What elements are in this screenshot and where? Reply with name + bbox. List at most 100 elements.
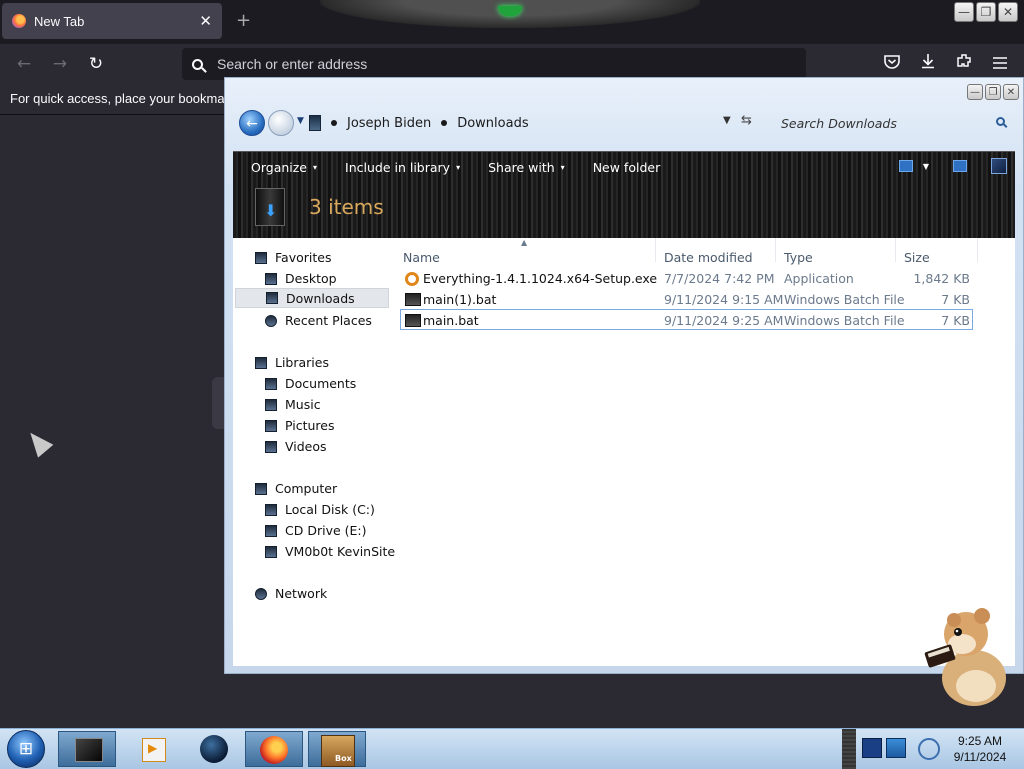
clock-date: 9/11/2024 [953, 750, 1007, 764]
taskbar-globe-button[interactable] [184, 731, 242, 767]
nav-label: Music [285, 397, 321, 412]
music-icon [265, 398, 277, 411]
nav-downloads[interactable]: Downloads [235, 288, 389, 308]
explorer-restore-button[interactable]: ❐ [985, 84, 1001, 100]
forward-button[interactable]: → [48, 52, 72, 76]
clock[interactable]: 9:25 AM 9/11/2024 [940, 733, 1020, 765]
column-header-name[interactable]: Name [403, 250, 440, 265]
tab-close-button[interactable]: ✕ [199, 12, 212, 30]
column-divider [977, 238, 978, 262]
recent-places-icon [265, 314, 277, 327]
nav-desktop[interactable]: Desktop [265, 271, 337, 286]
breadcrumb-downloads[interactable]: Downloads [457, 116, 528, 131]
tray-app-icon[interactable] [862, 738, 882, 758]
new-folder-button[interactable]: New folder [593, 160, 661, 175]
nav-cd-drive[interactable]: CD Drive (E:) [265, 523, 367, 538]
nav-label: VM0b0t KevinSite [285, 544, 396, 559]
nav-recent-places[interactable]: Recent Places [265, 313, 372, 328]
extensions-icon[interactable] [952, 52, 976, 76]
explorer-close-button[interactable]: ✕ [1003, 84, 1019, 100]
firefox-icon [12, 14, 26, 28]
file-type: Application [784, 271, 854, 286]
back-arrow-icon[interactable]: ← [239, 110, 265, 136]
column-header-type[interactable]: Type [784, 250, 813, 265]
minimize-button[interactable]: — [954, 2, 974, 22]
nav-network[interactable]: Network [255, 586, 327, 601]
taskbar-box-button[interactable]: Box [308, 731, 366, 767]
breadcrumb-user[interactable]: Joseph Biden [347, 116, 431, 131]
url-bar[interactable]: Search or enter address [182, 48, 806, 80]
nav-documents[interactable]: Documents [265, 376, 356, 391]
restore-button[interactable]: ❐ [976, 2, 996, 22]
libraries-icon [255, 356, 267, 369]
videos-icon [265, 440, 277, 453]
nav-label: Recent Places [285, 313, 372, 328]
share-with-button[interactable]: Share with ▾ [488, 160, 565, 175]
new-tab-button[interactable]: + [236, 10, 251, 31]
nav-libraries[interactable]: Libraries [255, 355, 329, 370]
organize-button[interactable]: Organize ▾ [251, 160, 317, 175]
network-icon [255, 587, 267, 600]
nav-pictures[interactable]: Pictures [265, 418, 335, 433]
nav-label: Videos [285, 439, 327, 454]
taskbar-firefox-button[interactable] [245, 731, 303, 767]
preview-pane-icon[interactable] [953, 160, 967, 172]
address-dropdown-icon[interactable]: ▼ [723, 115, 731, 126]
system-tray: 9:25 AM 9/11/2024 [842, 729, 1024, 769]
start-button[interactable]: ⊞ [7, 730, 45, 768]
column-header-size[interactable]: Size [904, 250, 930, 265]
column-header-date[interactable]: Date modified [664, 250, 753, 265]
chevron-down-icon: ▾ [560, 162, 565, 172]
taskbar-explorer-button[interactable] [58, 731, 116, 767]
nav-computer[interactable]: Computer [255, 481, 337, 496]
nav-favorites[interactable]: Favorites [255, 250, 331, 265]
item-count: 3 items [309, 195, 384, 219]
nav-network-share[interactable]: VM0b0t KevinSite [265, 544, 395, 559]
back-button[interactable]: ← [12, 52, 36, 76]
theme-decoration [320, 0, 700, 28]
volume-icon[interactable] [918, 738, 940, 760]
file-size: 7 KB [941, 313, 970, 328]
search-downloads-input[interactable]: Search Downloads [773, 110, 1011, 136]
forward-arrow-icon[interactable] [268, 110, 294, 136]
taskbar: ⊞ Box 9:25 AM 9/11/2024 [0, 728, 1024, 769]
file-date: 9/11/2024 9:25 AM [664, 313, 784, 328]
change-view-icon[interactable] [898, 160, 913, 172]
column-divider [655, 238, 656, 262]
breadcrumb[interactable]: Joseph Biden Downloads [309, 109, 749, 137]
recent-pages-caret-icon[interactable]: ▼ [297, 116, 304, 126]
refresh-icon[interactable]: ⇆ [741, 113, 752, 128]
taskbar-media-player-button[interactable] [120, 731, 178, 767]
file-row[interactable]: main(1).bat 9/11/2024 9:15 AM Windows Ba… [401, 289, 976, 310]
organize-label: Organize [251, 159, 307, 175]
download-icon[interactable] [916, 52, 940, 76]
search-placeholder: Search Downloads [781, 115, 897, 131]
file-name: main.bat [423, 313, 479, 328]
file-list: ▲ Name Date modified Type Size Everythin… [400, 238, 1015, 666]
nav-videos[interactable]: Videos [265, 439, 327, 454]
show-hidden-icons-button[interactable] [842, 729, 856, 769]
reload-button[interactable]: ↻ [84, 52, 108, 76]
tab-new-tab[interactable]: New Tab ✕ [2, 3, 222, 39]
file-row-selected[interactable]: main.bat 9/11/2024 9:25 AM Windows Batch… [400, 309, 973, 330]
search-icon [192, 58, 203, 70]
nav-label: Pictures [285, 418, 335, 433]
explorer-minimize-button[interactable]: — [967, 84, 983, 100]
menu-icon[interactable] [988, 52, 1012, 76]
chevron-down-icon[interactable]: ▼ [923, 162, 929, 171]
include-in-library-button[interactable]: Include in library ▾ [345, 160, 460, 175]
network-monitor-icon[interactable] [886, 738, 906, 758]
file-row[interactable]: Everything-1.4.1.1024.x64-Setup.exe 7/7/… [401, 268, 976, 289]
close-window-button[interactable]: ✕ [998, 2, 1018, 22]
file-name: Everything-1.4.1.1024.x64-Setup.exe [423, 271, 658, 286]
address-row: ← ▼ Joseph Biden Downloads ▼ ⇆ Search Do… [233, 106, 1017, 146]
media-player-icon [142, 738, 166, 762]
nav-local-disk[interactable]: Local Disk (C:) [265, 502, 375, 517]
theme-led-icon [498, 6, 522, 16]
nav-music[interactable]: Music [265, 397, 321, 412]
help-icon[interactable] [991, 158, 1007, 174]
file-size: 7 KB [941, 292, 970, 307]
pocket-icon[interactable] [880, 52, 904, 76]
network-drive-icon [265, 545, 277, 558]
pictures-icon [265, 419, 277, 432]
